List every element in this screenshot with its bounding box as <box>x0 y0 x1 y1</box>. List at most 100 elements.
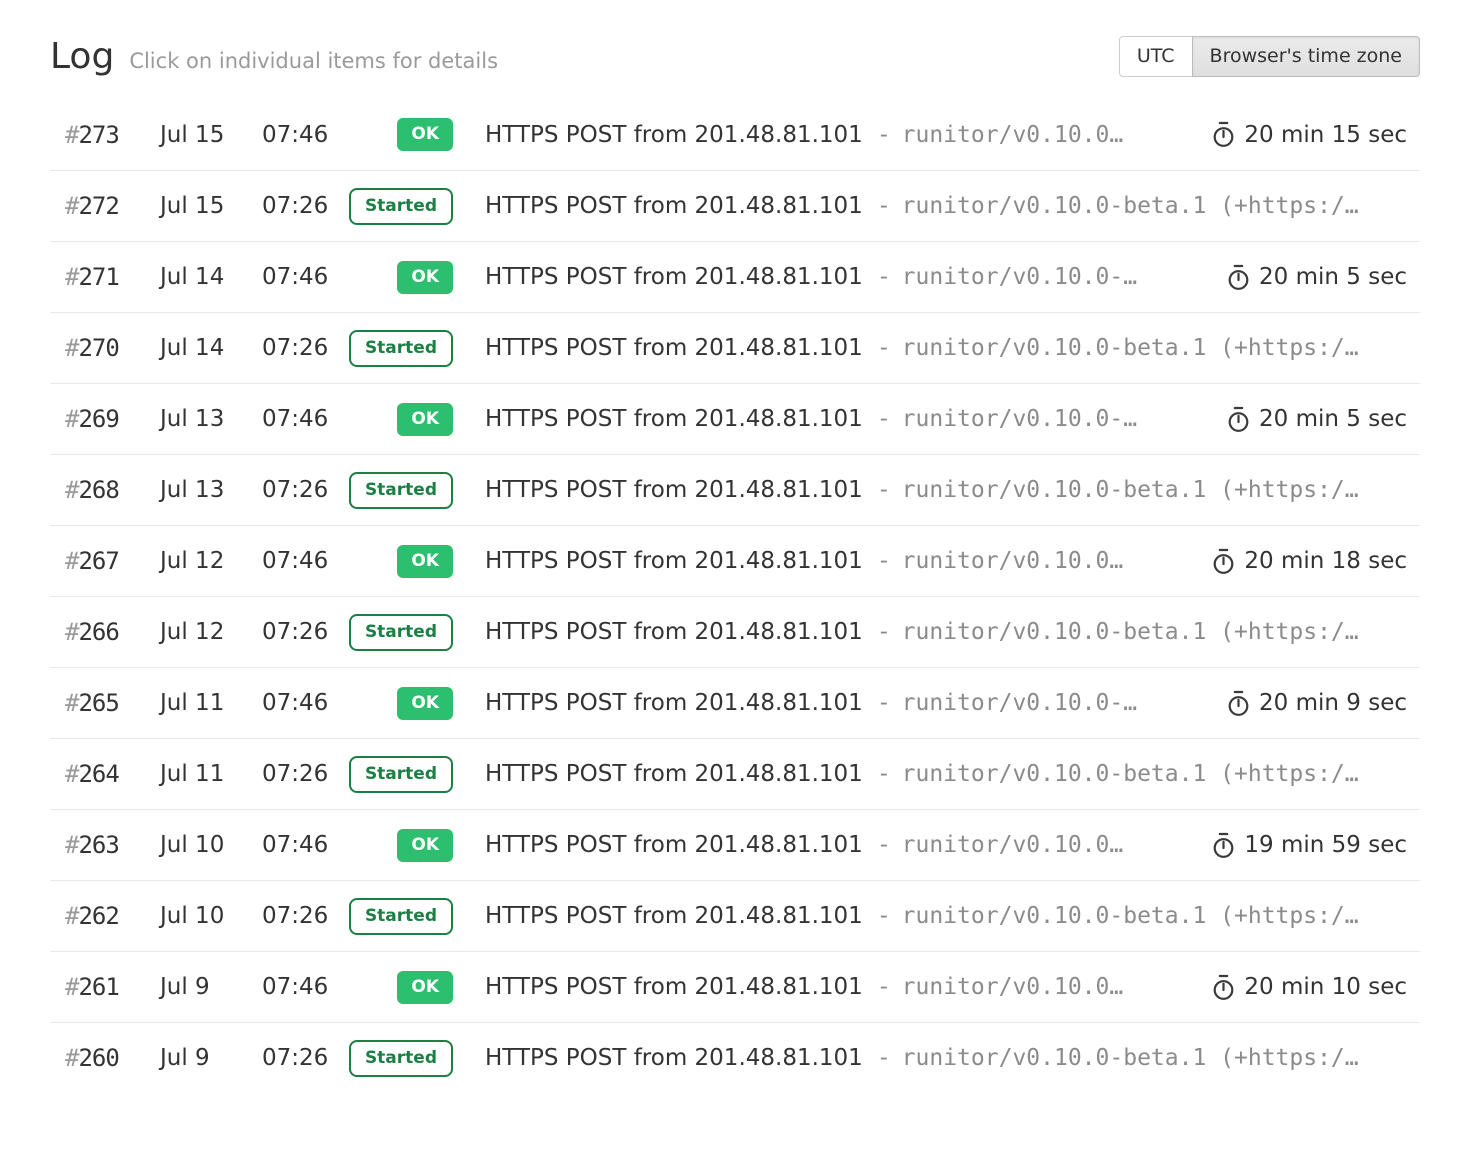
table-row[interactable]: #263 Jul 10 07:46 OK HTTPS POST from 201… <box>50 809 1420 880</box>
status-badge: Started <box>349 188 453 225</box>
table-row[interactable]: #270 Jul 14 07:26 Started HTTPS POST fro… <box>50 312 1420 383</box>
status-badge-cell: OK <box>345 687 453 720</box>
row-number-hash: # <box>65 476 78 504</box>
table-row[interactable]: #260 Jul 9 07:26 Started HTTPS POST from… <box>50 1022 1420 1093</box>
table-row[interactable]: #269 Jul 13 07:46 OK HTTPS POST from 201… <box>50 383 1420 454</box>
row-number: #260 <box>50 1044 145 1072</box>
row-number-hash: # <box>65 121 78 149</box>
user-agent: runitor/v0.10.0-beta.1 (+https:/… <box>902 619 1359 645</box>
row-number-value: 265 <box>78 689 118 717</box>
page-header: Log Click on individual items for detail… <box>50 36 1420 77</box>
table-row[interactable]: #264 Jul 11 07:26 Started HTTPS POST fro… <box>50 738 1420 809</box>
status-badge: OK <box>397 545 453 578</box>
duration-text: 20 min 10 sec <box>1244 974 1407 1000</box>
stopwatch-icon <box>1227 264 1250 291</box>
row-number-value: 266 <box>78 618 118 646</box>
row-number: #268 <box>50 476 145 504</box>
table-row[interactable]: #261 Jul 9 07:46 OK HTTPS POST from 201.… <box>50 951 1420 1022</box>
stopwatch-icon <box>1227 690 1250 717</box>
row-number-hash: # <box>65 973 78 1001</box>
status-badge-cell: OK <box>345 545 453 578</box>
user-agent: runitor/v0.10.0… <box>902 122 1124 148</box>
table-row[interactable]: #265 Jul 11 07:46 OK HTTPS POST from 201… <box>50 667 1420 738</box>
event-cell: HTTPS POST from 201.48.81.101 - runitor/… <box>453 619 1420 645</box>
row-date: Jul 11 <box>145 690 245 716</box>
table-row[interactable]: #267 Jul 12 07:46 OK HTTPS POST from 201… <box>50 525 1420 596</box>
event-cell: HTTPS POST from 201.48.81.101 - runitor/… <box>453 903 1420 929</box>
user-agent: runitor/v0.10.0-beta.1 (+https:/… <box>902 903 1359 929</box>
row-date: Jul 13 <box>145 406 245 432</box>
event-message: HTTPS POST from 201.48.81.101 <box>485 974 863 1000</box>
row-number-value: 269 <box>78 405 118 433</box>
status-badge-cell: OK <box>345 829 453 862</box>
status-badge-cell: Started <box>345 188 453 225</box>
event-message: HTTPS POST from 201.48.81.101 <box>485 690 863 716</box>
event-message: HTTPS POST from 201.48.81.101 <box>485 122 863 148</box>
table-row[interactable]: #262 Jul 10 07:26 Started HTTPS POST fro… <box>50 880 1420 951</box>
status-badge: OK <box>397 118 453 151</box>
status-badge: Started <box>349 1040 453 1077</box>
row-date: Jul 13 <box>145 477 245 503</box>
table-row[interactable]: #273 Jul 15 07:46 OK HTTPS POST from 201… <box>50 99 1420 170</box>
duration: 20 min 9 sec <box>1227 690 1420 717</box>
status-badge: OK <box>397 971 453 1004</box>
row-number: #272 <box>50 192 145 220</box>
row-time: 07:26 <box>245 477 345 503</box>
event-cell: HTTPS POST from 201.48.81.101 - runitor/… <box>453 761 1420 787</box>
duration: 20 min 10 sec <box>1212 974 1420 1001</box>
event-message: HTTPS POST from 201.48.81.101 <box>485 406 863 432</box>
status-badge: OK <box>397 829 453 862</box>
status-badge: Started <box>349 330 453 367</box>
event-message: HTTPS POST from 201.48.81.101 <box>485 264 863 290</box>
event-message: HTTPS POST from 201.48.81.101 <box>485 1045 863 1071</box>
duration-text: 19 min 59 sec <box>1244 832 1407 858</box>
row-number-value: 267 <box>78 547 118 575</box>
utc-button[interactable]: UTC <box>1119 36 1193 77</box>
event-message: HTTPS POST from 201.48.81.101 <box>485 477 863 503</box>
row-time: 07:46 <box>245 690 345 716</box>
log-page: Log Click on individual items for detail… <box>0 0 1470 1133</box>
event-cell: HTTPS POST from 201.48.81.101 - runitor/… <box>453 690 1227 716</box>
row-number: #262 <box>50 902 145 930</box>
table-row[interactable]: #271 Jul 14 07:46 OK HTTPS POST from 201… <box>50 241 1420 312</box>
row-time: 07:26 <box>245 761 345 787</box>
status-badge-cell: Started <box>345 472 453 509</box>
table-row[interactable]: #266 Jul 12 07:26 Started HTTPS POST fro… <box>50 596 1420 667</box>
row-date: Jul 11 <box>145 761 245 787</box>
event-message: HTTPS POST from 201.48.81.101 <box>485 548 863 574</box>
table-row[interactable]: #272 Jul 15 07:26 Started HTTPS POST fro… <box>50 170 1420 241</box>
row-time: 07:46 <box>245 832 345 858</box>
row-number-value: 263 <box>78 831 118 859</box>
row-date: Jul 10 <box>145 903 245 929</box>
row-number-value: 268 <box>78 476 118 504</box>
title-group: Log Click on individual items for detail… <box>50 36 498 77</box>
row-number-hash: # <box>65 547 78 575</box>
duration: 20 min 18 sec <box>1212 548 1420 575</box>
row-number-hash: # <box>65 1044 78 1072</box>
duration-text: 20 min 18 sec <box>1244 548 1407 574</box>
event-message: HTTPS POST from 201.48.81.101 <box>485 832 863 858</box>
row-date: Jul 9 <box>145 974 245 1000</box>
row-number: #265 <box>50 689 145 717</box>
user-agent: runitor/v0.10.0-beta.1 (+https:/… <box>902 193 1359 219</box>
duration-text: 20 min 5 sec <box>1259 406 1407 432</box>
row-date: Jul 15 <box>145 193 245 219</box>
status-badge: OK <box>397 687 453 720</box>
status-badge: Started <box>349 472 453 509</box>
row-number-hash: # <box>65 618 78 646</box>
user-agent: runitor/v0.10.0… <box>902 832 1124 858</box>
row-date: Jul 12 <box>145 619 245 645</box>
browser-timezone-button[interactable]: Browser's time zone <box>1192 36 1420 77</box>
separator-dash: - <box>877 832 891 858</box>
row-time: 07:46 <box>245 548 345 574</box>
row-number: #267 <box>50 547 145 575</box>
event-message: HTTPS POST from 201.48.81.101 <box>485 903 863 929</box>
row-time: 07:26 <box>245 193 345 219</box>
row-date: Jul 15 <box>145 122 245 148</box>
table-row[interactable]: #268 Jul 13 07:26 Started HTTPS POST fro… <box>50 454 1420 525</box>
status-badge: Started <box>349 898 453 935</box>
row-number-hash: # <box>65 760 78 788</box>
separator-dash: - <box>877 690 891 716</box>
duration: 19 min 59 sec <box>1212 832 1420 859</box>
row-time: 07:46 <box>245 974 345 1000</box>
